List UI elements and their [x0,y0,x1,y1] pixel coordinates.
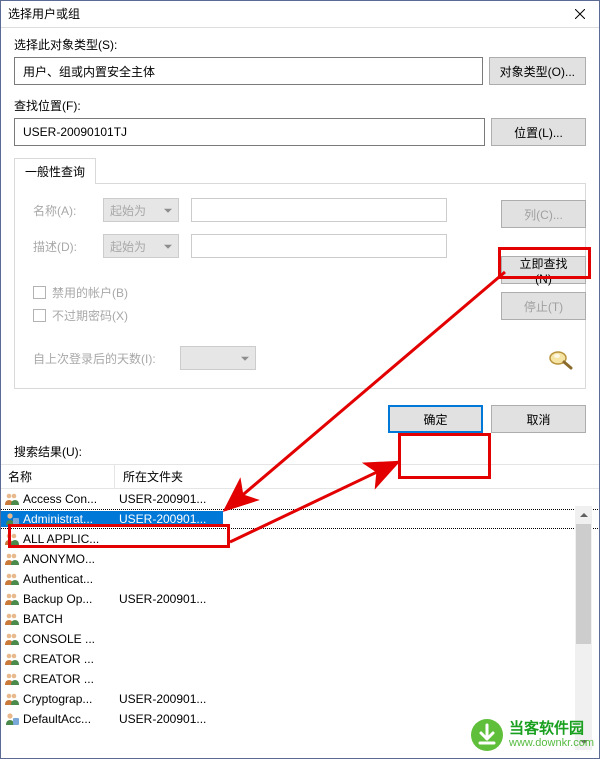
cell-folder [115,678,223,680]
name-label: 名称(A): [33,202,91,219]
close-button[interactable] [560,0,600,28]
titlebar: 选择用户或组 [0,0,600,28]
table-row[interactable]: Authenticat... [0,569,600,589]
cell-folder: USER-200901... [115,711,223,727]
scroll-up-icon[interactable] [575,506,592,523]
cell-folder [115,638,223,640]
cell-name: DefaultAcc... [0,711,115,727]
watermark-title: 当客软件园 [509,721,594,738]
cell-name: ALL APPLIC... [0,531,115,547]
location-textbox[interactable]: USER-20090101TJ [14,118,485,146]
cell-name: Access Con... [0,491,115,507]
table-row[interactable]: CREATOR ... [0,669,600,689]
days-combo[interactable] [180,346,256,370]
user-icon [4,512,20,526]
object-type-button[interactable]: 对象类型(O)... [489,57,586,85]
object-type-label: 选择此对象类型(S): [14,36,586,53]
results-grid: 名称 所在文件夹 Access Con...USER-200901...Admi… [0,464,600,739]
group-icon [4,672,20,686]
results-label: 搜索结果(U): [0,443,600,464]
group-icon [4,572,20,586]
object-type-section: 选择此对象类型(S): 用户、组或内置安全主体 对象类型(O)... [0,28,600,89]
window-title: 选择用户或组 [8,5,560,22]
cell-name: Backup Op... [0,591,115,607]
group-icon [4,592,20,606]
cell-folder [115,558,223,560]
magnifier-icon [546,348,574,376]
scrollbar[interactable] [575,506,592,750]
desc-input[interactable] [191,234,447,258]
result-buttons: 确定 取消 [0,389,600,443]
side-button-column: 列(C)... 立即查找(N) 停止(T) [501,200,586,320]
checkbox-icon [33,286,46,299]
cell-folder: USER-200901... [115,591,223,607]
watermark-url: www.downkr.com [509,737,594,749]
group-icon [4,492,20,506]
group-icon [4,552,20,566]
grid-body[interactable]: Access Con...USER-200901...Administrat..… [0,489,600,739]
cell-name: CREATOR ... [0,651,115,667]
name-mode-combo[interactable]: 起始为 [103,198,179,222]
dialog-select-users-groups: 选择用户或组 选择此对象类型(S): 用户、组或内置安全主体 对象类型(O)..… [0,0,600,759]
table-row[interactable]: CREATOR ... [0,649,600,669]
desc-label: 描述(D): [33,238,91,255]
table-row[interactable]: CONSOLE ... [0,629,600,649]
col-folder[interactable]: 所在文件夹 [115,465,600,488]
group-icon [4,632,20,646]
cell-folder [115,658,223,660]
group-icon [4,692,20,706]
cell-name: BATCH [0,611,115,627]
tab-general-query[interactable]: 一般性查询 [14,158,96,184]
scrollbar-thumb[interactable] [576,524,591,644]
cell-folder: USER-200901... [115,691,223,707]
find-now-button[interactable]: 立即查找(N) [501,256,586,284]
location-section: 查找位置(F): USER-20090101TJ 位置(L)... [0,89,600,150]
table-row[interactable]: Backup Op...USER-200901... [0,589,600,609]
table-row[interactable]: BATCH [0,609,600,629]
nonexpire-password-checkbox[interactable]: 不过期密码(X) [33,307,567,324]
cell-folder [115,578,223,580]
cell-name: ANONYMO... [0,551,115,567]
group-icon [4,652,20,666]
cell-name: Cryptograp... [0,691,115,707]
table-row[interactable]: Cryptograp...USER-200901... [0,689,600,709]
stop-button[interactable]: 停止(T) [501,292,586,320]
col-name[interactable]: 名称 [0,465,115,488]
checkbox-icon [33,309,46,322]
location-button[interactable]: 位置(L)... [491,118,586,146]
group-icon [4,532,20,546]
table-row[interactable]: ANONYMO... [0,549,600,569]
disabled-accounts-checkbox[interactable]: 禁用的帐户(B) [33,284,567,301]
columns-button[interactable]: 列(C)... [501,200,586,228]
table-row[interactable]: Administrat...USER-200901... [0,509,600,529]
cell-folder: USER-200901... [115,511,223,527]
watermark: 当客软件园 www.downkr.com [469,717,594,753]
group-icon [4,612,20,626]
cell-name: CREATOR ... [0,671,115,687]
cancel-button[interactable]: 取消 [491,405,586,433]
user-icon [4,712,20,726]
desc-mode-combo[interactable]: 起始为 [103,234,179,258]
cell-name: CONSOLE ... [0,631,115,647]
watermark-logo-icon [469,717,505,753]
cell-name: Authenticat... [0,571,115,587]
object-type-textbox[interactable]: 用户、组或内置安全主体 [14,57,483,85]
grid-header: 名称 所在文件夹 [0,465,600,489]
location-label: 查找位置(F): [14,97,586,114]
table-row[interactable]: Access Con...USER-200901... [0,489,600,509]
table-row[interactable]: ALL APPLIC... [0,529,600,549]
cell-name: Administrat... [0,511,115,527]
ok-button[interactable]: 确定 [388,405,483,433]
cell-folder [115,538,223,540]
cell-folder: USER-200901... [115,491,223,507]
cell-folder [115,618,223,620]
name-input[interactable] [191,198,447,222]
days-since-login-label: 自上次登录后的天数(I): [33,350,156,367]
